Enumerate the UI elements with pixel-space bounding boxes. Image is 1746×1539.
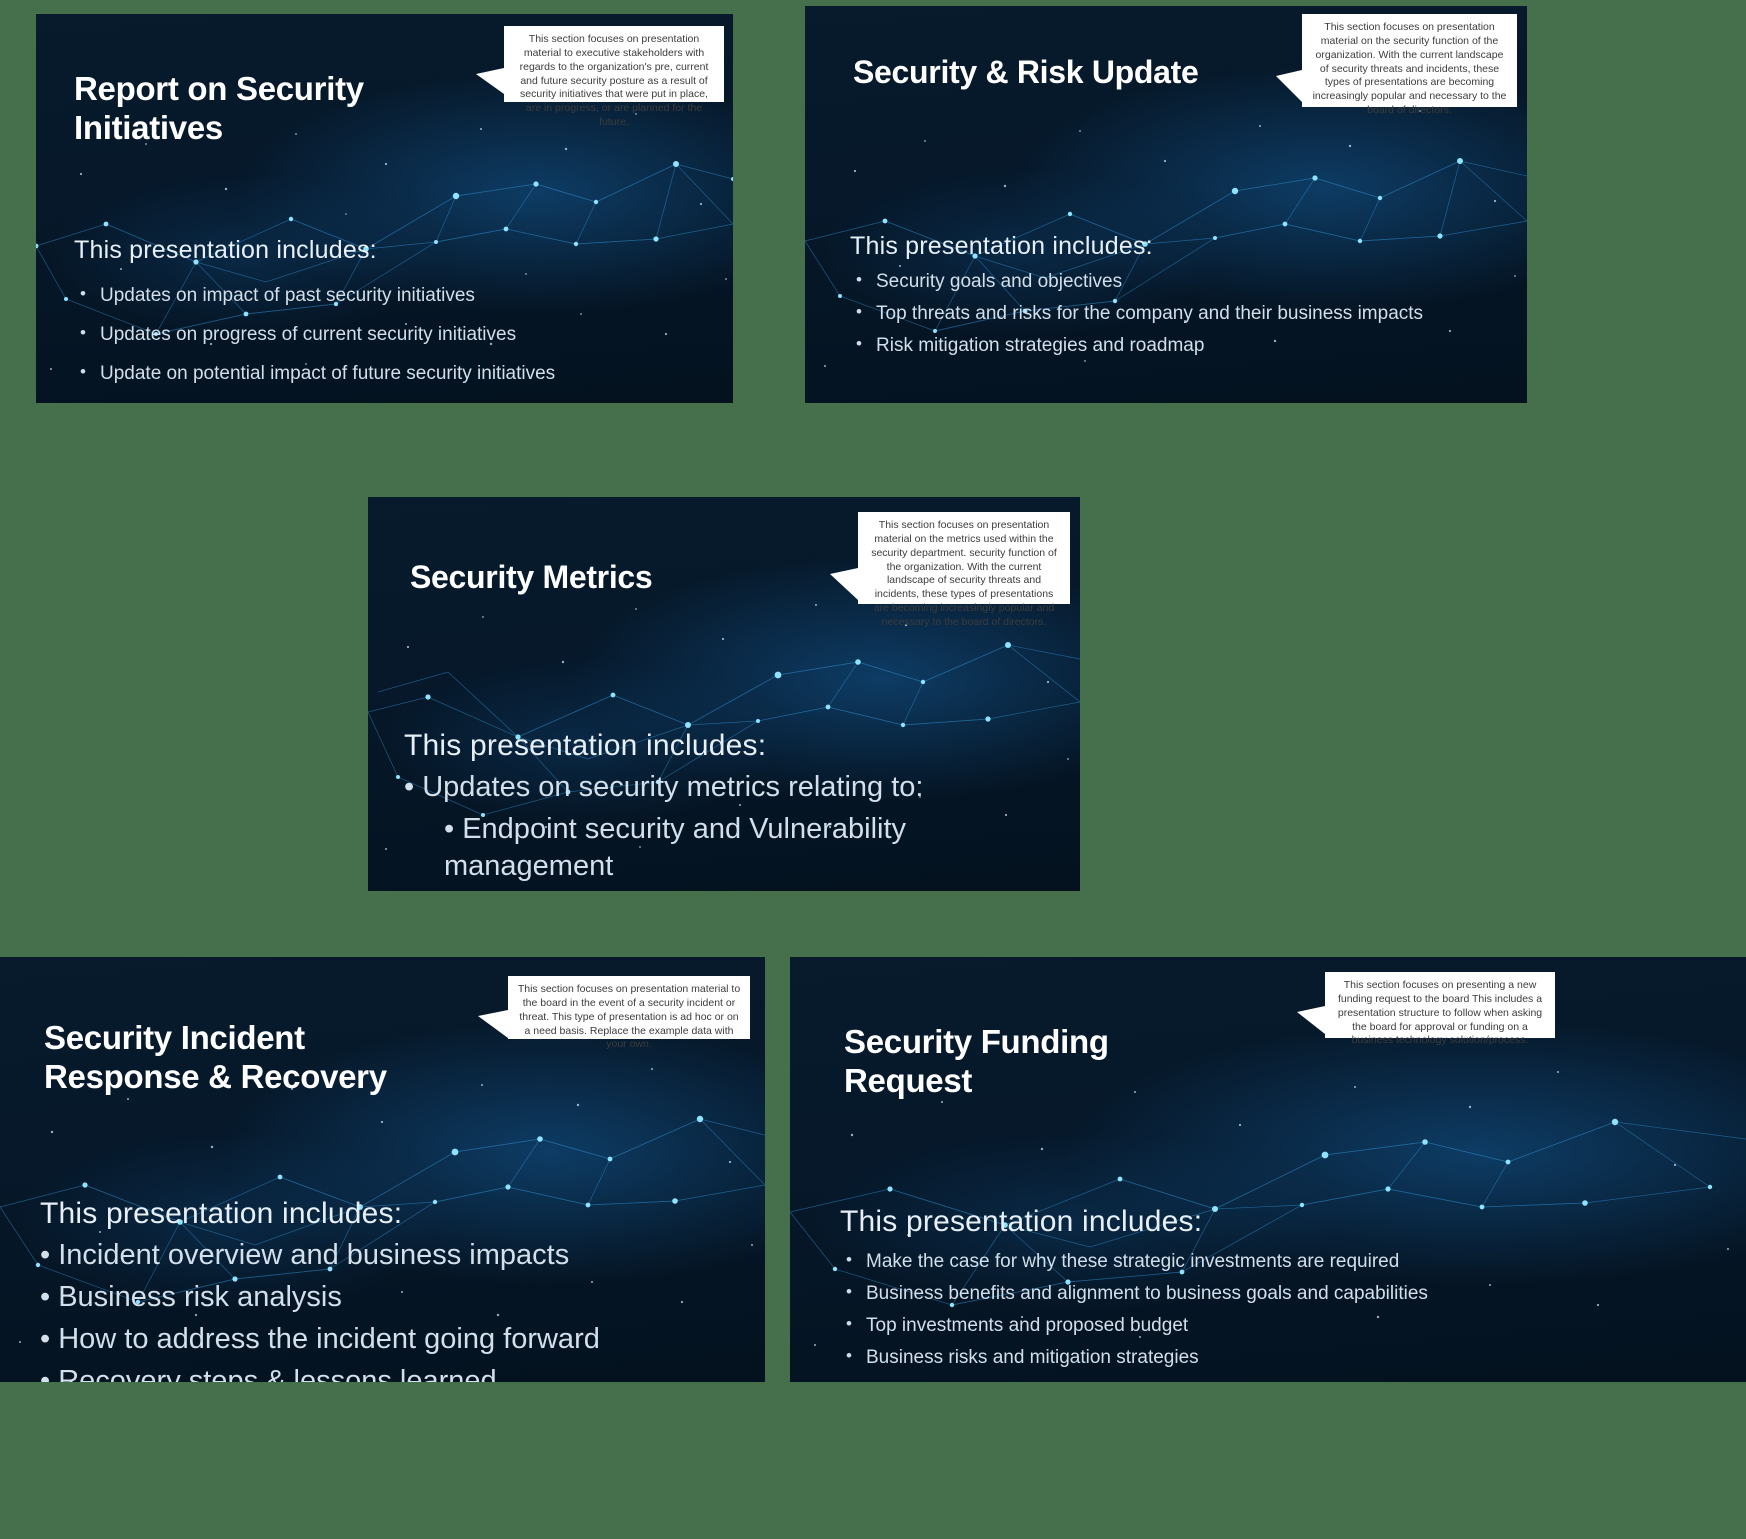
slide-body: This presentation includes: Make the cas… bbox=[840, 1205, 1600, 1379]
callout-text: This section focuses on presentation mat… bbox=[1312, 21, 1507, 117]
callout-tail-icon bbox=[476, 68, 504, 94]
callout-box: This section focuses on presentation mat… bbox=[476, 26, 724, 128]
includes-label: This presentation includes: bbox=[74, 236, 377, 264]
list-item: • How to address the incident going forw… bbox=[40, 1323, 600, 1356]
list-item: • Endpoint security and Vulnerability ma… bbox=[444, 813, 907, 883]
slide-title: Report on Security Initiatives bbox=[74, 70, 364, 146]
callout-text: This section focuses on presentation mat… bbox=[517, 983, 741, 1051]
list-item: • Recovery steps & lessons learned bbox=[40, 1365, 497, 1382]
callout-tail-icon bbox=[830, 568, 858, 600]
bullet-list: • Updates on security metrics relating t… bbox=[404, 769, 1064, 891]
slide-body: This presentation includes: • Updates on… bbox=[404, 729, 1064, 891]
includes-label: This presentation includes: bbox=[840, 1205, 1203, 1238]
bullet-list: Updates on impact of past security initi… bbox=[74, 284, 634, 385]
slide-security-metrics[interactable]: Security Metrics This presentation inclu… bbox=[368, 497, 1080, 891]
slide-security-and-risk-update[interactable]: Security & Risk Update This presentation… bbox=[805, 6, 1527, 403]
list-item: Top investments and proposed budget bbox=[840, 1314, 1600, 1337]
callout-box: This section focuses on presentation mat… bbox=[478, 976, 750, 1050]
list-item: • Business risk analysis bbox=[40, 1281, 342, 1314]
slide-body: This presentation includes: • Incident o… bbox=[40, 1197, 740, 1382]
slide-security-funding-request[interactable]: Security Funding Request This presentati… bbox=[790, 957, 1746, 1382]
callout-tail-icon bbox=[478, 1010, 508, 1038]
callout-box: This section focuses on presenting a new… bbox=[1297, 972, 1555, 1046]
slide-body: This presentation includes: Updates on i… bbox=[74, 236, 634, 402]
slide-report-on-security-initiatives[interactable]: Report on Security Initiatives This pres… bbox=[36, 14, 733, 403]
bullet-list: Security goals and objectives Top threat… bbox=[850, 270, 1500, 357]
callout-text: This section focuses on presentation mat… bbox=[519, 33, 709, 129]
list-item: Updates on progress of current security … bbox=[74, 323, 634, 346]
slide-title: Security Funding Request bbox=[844, 1023, 1109, 1099]
list-item: Risk mitigation strategies and roadmap bbox=[850, 334, 1500, 357]
callout-text: This section focuses on presenting a new… bbox=[1337, 979, 1543, 1047]
list-item: Business benefits and alignment to busin… bbox=[840, 1282, 1600, 1305]
list-item: Business risks and mitigation strategies bbox=[840, 1346, 1600, 1369]
list-item: • Security awareness & training and IAM bbox=[404, 890, 1064, 891]
callout-tail-icon bbox=[1297, 1006, 1325, 1034]
list-item: Top threats and risks for the company an… bbox=[850, 302, 1500, 325]
slide-title: Security Metrics bbox=[410, 559, 653, 595]
callout-text: This section focuses on presentation mat… bbox=[871, 519, 1057, 629]
includes-label: This presentation includes: bbox=[404, 729, 767, 762]
includes-label: This presentation includes: bbox=[40, 1197, 403, 1230]
list-item: • Updates on security metrics relating t… bbox=[404, 771, 924, 803]
slide-title: Security Incident Response & Recovery bbox=[44, 1019, 387, 1095]
list-item: Updates on impact of past security initi… bbox=[74, 284, 634, 307]
callout-box: This section focuses on presentation mat… bbox=[830, 512, 1070, 628]
list-item: Make the case for why these strategic in… bbox=[840, 1250, 1600, 1273]
slide-body: This presentation includes: Security goa… bbox=[850, 232, 1500, 367]
callout-tail-icon bbox=[1276, 70, 1302, 102]
bullet-list: • Incident overview and business impacts… bbox=[40, 1237, 740, 1382]
list-item: • Incident overview and business impacts bbox=[40, 1239, 570, 1271]
callout-box: This section focuses on presentation mat… bbox=[1276, 14, 1517, 116]
list-item: Security goals and objectives bbox=[850, 270, 1500, 293]
slide-security-incident-response-and-recovery[interactable]: Security Incident Response & Recovery Th… bbox=[0, 957, 765, 1382]
list-item: Update on potential impact of future sec… bbox=[74, 362, 634, 385]
includes-label: This presentation includes: bbox=[850, 232, 1153, 260]
bullet-list: Make the case for why these strategic in… bbox=[840, 1250, 1600, 1369]
